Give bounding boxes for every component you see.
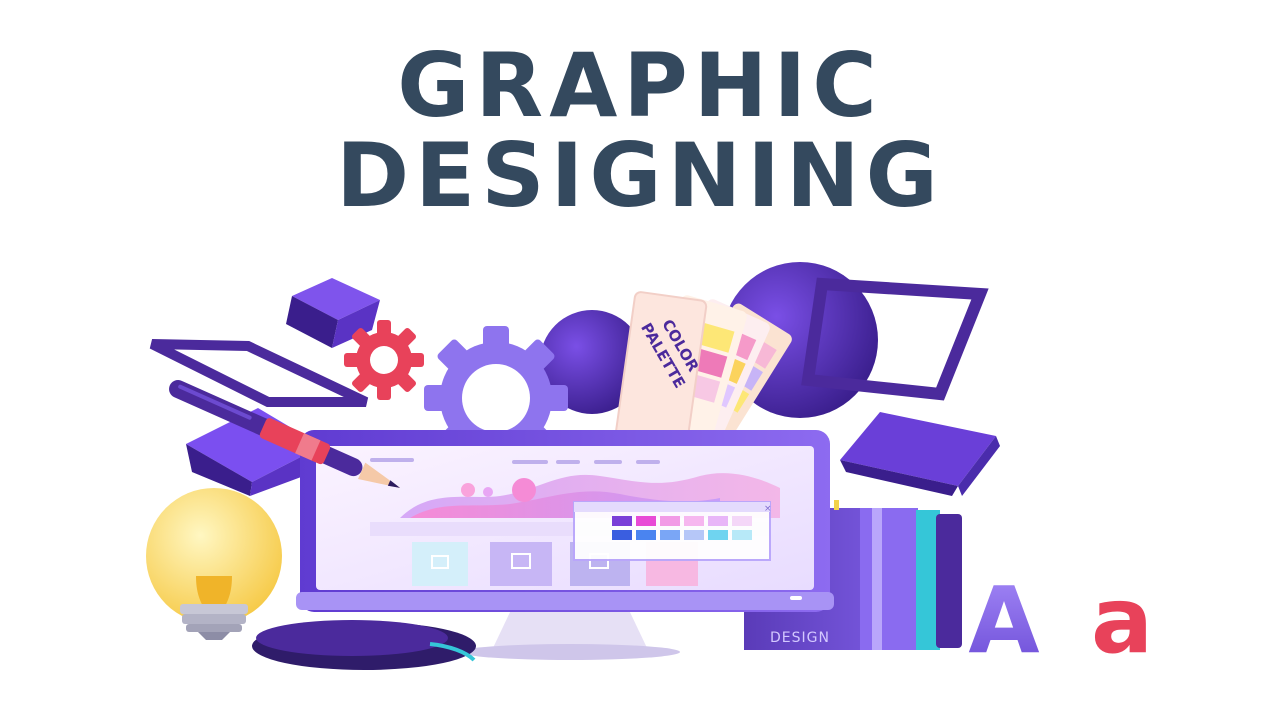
svg-text:×: × (764, 504, 772, 514)
image-thumb-1 (412, 542, 468, 586)
monitor-stand (460, 608, 680, 660)
image-thumb-2 (490, 542, 552, 586)
font-sample-upper: A (968, 567, 1039, 674)
floating-cube-right (840, 412, 1000, 496)
mouse-icon (252, 620, 476, 670)
book-label: DESIGN (770, 630, 830, 646)
gear-icon-red (344, 320, 424, 400)
graphic-design-illustration: COLOR PALETTE DESIGN A a × (146, 262, 1153, 674)
font-sample-lower: a (1091, 567, 1153, 674)
font-sample-icon: A a (968, 567, 1153, 674)
color-picker-window: × (573, 501, 772, 561)
light-bulb-icon (146, 488, 282, 640)
